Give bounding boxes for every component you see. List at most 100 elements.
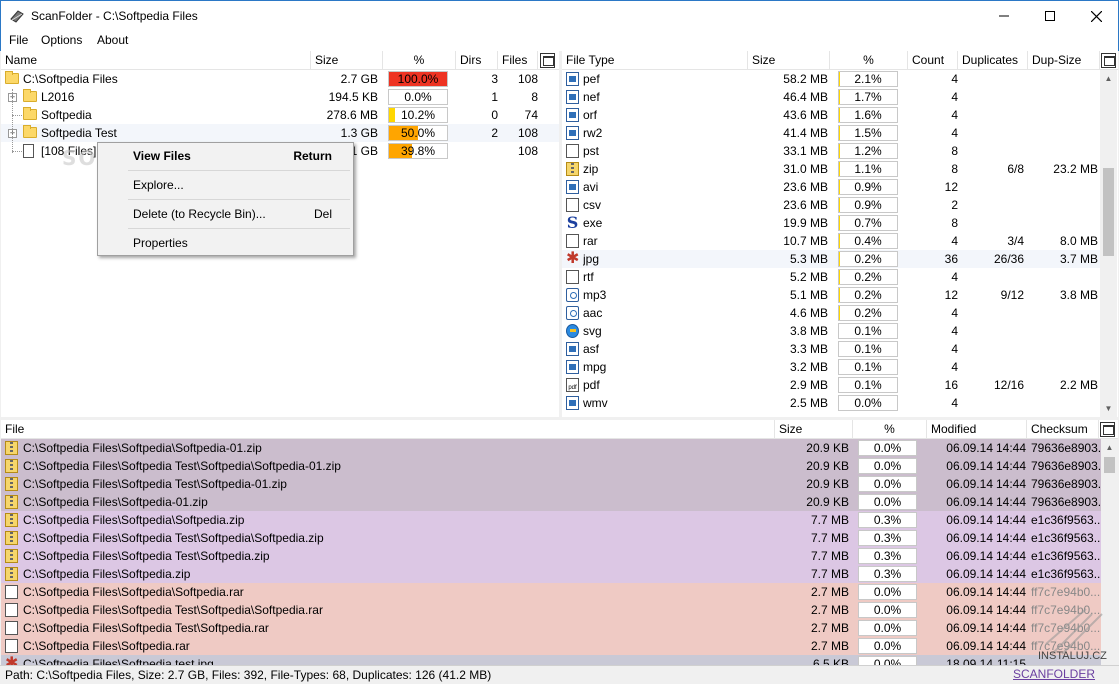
type-percent-bar-text: 1.6%: [854, 108, 882, 122]
file-type-name: pst: [583, 144, 600, 158]
column-chooser-button[interactable]: [540, 53, 555, 68]
maximize-button[interactable]: [1027, 1, 1073, 31]
header-file[interactable]: File: [1, 420, 775, 439]
file-percent-text: 0.0%: [873, 603, 902, 617]
scanfolder-link[interactable]: SCANFOLDER: [1013, 667, 1095, 681]
file-type-row[interactable]: pdf pdf 2.9 MB 0.1% 16 12/16 2.2 MB: [562, 376, 1100, 394]
file-type-row[interactable]: nef 46.4 MB 1.7% 4: [562, 88, 1100, 106]
file-scrollbar-thumb[interactable]: [1104, 457, 1115, 473]
file-type-row[interactable]: zip 31.0 MB 1.1% 8 6/8 23.2 MB: [562, 160, 1100, 178]
scroll-up-icon[interactable]: ▲: [1100, 70, 1117, 87]
file-column-chooser-button[interactable]: [1100, 422, 1115, 437]
type-percent-bar-fill: [839, 108, 840, 122]
file-type-name: pdf: [583, 378, 600, 392]
file-type-row[interactable]: mp3 5.1 MB 0.2% 12 9/12 3.8 MB: [562, 286, 1100, 304]
menu-bar: File Options About: [0, 31, 1119, 51]
header-dirs[interactable]: Dirs: [456, 51, 498, 70]
minimize-button[interactable]: [981, 1, 1027, 31]
folder-row[interactable]: + Softpedia Test 1.3 GB 50.0% 2 108: [1, 124, 559, 142]
folder-row[interactable]: Softpedia 278.6 MB 10.2% 0 74: [1, 106, 559, 124]
status-text: Path: C:\Softpedia Files, Size: 2.7 GB, …: [5, 668, 492, 682]
header-type-percent[interactable]: %: [830, 51, 908, 70]
type-percent-bar-text: 0.2%: [854, 288, 882, 302]
type-pane-scrollbar[interactable]: ▲ ▼: [1100, 70, 1117, 417]
header-type-size[interactable]: Size: [748, 51, 830, 70]
file-type-count: 4: [951, 126, 958, 140]
header-percent[interactable]: %: [383, 51, 456, 70]
duplicate-file-row[interactable]: C:\Softpedia Files\Softpedia\Softpedia.z…: [1, 511, 1101, 529]
file-type-size: 19.9 MB: [783, 216, 828, 230]
header-dup-size[interactable]: Dup-Size: [1028, 51, 1100, 70]
folder-row[interactable]: C:\Softpedia Files 2.7 GB 100.0% 3 108: [1, 70, 559, 88]
doc-file-icon: [5, 639, 18, 653]
file-scroll-up-icon[interactable]: ▲: [1101, 439, 1118, 456]
file-checksum: e1c36f9563...: [1031, 513, 1101, 527]
header-name[interactable]: Name: [1, 51, 311, 70]
file-type-row[interactable]: mpg 3.2 MB 0.1% 4: [562, 358, 1100, 376]
menu-file[interactable]: File: [9, 33, 28, 47]
file-type-name: jpg: [583, 252, 600, 266]
folder-percent-bar-text: 100.0%: [397, 72, 439, 86]
file-type-row[interactable]: rar 10.7 MB 0.4% 4 3/4 8.0 MB: [562, 232, 1100, 250]
file-type-row[interactable]: rw2 41.4 MB 1.5% 4: [562, 124, 1100, 142]
header-count[interactable]: Count: [908, 51, 958, 70]
file-percent-box: 0.3%: [858, 548, 917, 564]
file-type-pane: File Type Size % Count Duplicates Dup-Si…: [562, 51, 1118, 417]
asf-file-icon: [566, 342, 579, 356]
file-type-row[interactable]: svg 3.8 MB 0.1% 4: [562, 322, 1100, 340]
close-button[interactable]: [1073, 1, 1119, 31]
file-type-dup-size: 2.2 MB: [1059, 378, 1098, 392]
file-type-row[interactable]: csv 23.6 MB 0.9% 2: [562, 196, 1100, 214]
type-column-chooser-button[interactable]: [1101, 53, 1116, 68]
header-file-size[interactable]: Size: [775, 420, 853, 439]
file-type-row[interactable]: rtf 5.2 MB 0.2% 4: [562, 268, 1100, 286]
duplicate-file-row[interactable]: C:\Softpedia Files\Softpedia Test\Softpe…: [1, 601, 1101, 619]
file-type-row[interactable]: Sexe 19.9 MB 0.7% 8: [562, 214, 1100, 232]
file-type-row[interactable]: orf 43.6 MB 1.6% 4: [562, 106, 1100, 124]
ctx-view-files-shortcut: Return: [293, 149, 332, 163]
duplicate-file-row[interactable]: C:\Softpedia Files\Softpedia\Softpedia.r…: [1, 583, 1101, 601]
type-percent-bar-text: 0.2%: [854, 270, 882, 284]
duplicate-file-row[interactable]: C:\Softpedia Files\Softpedia Test\Softpe…: [1, 529, 1101, 547]
type-percent-bar-fill: [839, 162, 840, 176]
header-duplicates[interactable]: Duplicates: [958, 51, 1028, 70]
file-type-row[interactable]: asf 3.3 MB 0.1% 4: [562, 340, 1100, 358]
file-type-row[interactable]: aac 4.6 MB 0.2% 4: [562, 304, 1100, 322]
duplicate-file-row[interactable]: C:\Softpedia Files\Softpedia\Softpedia-0…: [1, 439, 1101, 457]
folder-row[interactable]: + L2016 194.5 KB 0.0% 1 8: [1, 88, 559, 106]
duplicate-file-row[interactable]: C:\Softpedia Files\Softpedia Test\Softpe…: [1, 547, 1101, 565]
scroll-down-icon[interactable]: ▼: [1100, 400, 1117, 417]
file-type-row[interactable]: wmv 2.5 MB 0.0% 4: [562, 394, 1100, 412]
header-files[interactable]: Files: [498, 51, 538, 70]
ctx-explore[interactable]: Explore...: [99, 173, 352, 197]
file-type-row[interactable]: pef 58.2 MB 2.1% 4: [562, 70, 1100, 88]
duplicate-file-row[interactable]: C:\Softpedia Files\Softpedia Test\Softpe…: [1, 457, 1101, 475]
header-file-type[interactable]: File Type: [562, 51, 748, 70]
ctx-properties[interactable]: Properties: [99, 231, 352, 255]
duplicate-file-row[interactable]: C:\Softpedia Files\Softpedia Test\Softpe…: [1, 619, 1101, 637]
duplicate-file-row[interactable]: C:\Softpedia Files\Softpedia-01.zip 20.9 …: [1, 493, 1101, 511]
file-modified-time: 14:44: [995, 513, 1026, 527]
menu-about[interactable]: About: [97, 33, 128, 47]
header-checksum[interactable]: Checksum: [1027, 420, 1099, 439]
file-type-size: 33.1 MB: [783, 144, 828, 158]
file-percent-box: 0.0%: [858, 440, 917, 456]
file-type-row[interactable]: avi 23.6 MB 0.9% 12: [562, 178, 1100, 196]
header-file-percent[interactable]: %: [853, 420, 927, 439]
menu-options[interactable]: Options: [41, 33, 82, 47]
folder-percent-bar: 39.8%: [388, 143, 448, 159]
file-type-dup-size: 3.8 MB: [1059, 288, 1098, 302]
ctx-view-files[interactable]: View Files Return: [99, 144, 352, 168]
type-percent-bar-fill: [839, 198, 840, 212]
header-size[interactable]: Size: [311, 51, 383, 70]
ctx-delete[interactable]: Delete (to Recycle Bin)... Del: [99, 202, 352, 226]
file-type-row[interactable]: ✱ jpg 5.3 MB 0.2% 36 26/36 3.7 MB: [562, 250, 1100, 268]
duplicate-file-row[interactable]: ✱ C:\Softpedia Files\Softpedia test.jpg 6.…: [1, 655, 1101, 665]
file-type-row[interactable]: pst 33.1 MB 1.2% 8: [562, 142, 1100, 160]
scrollbar-thumb[interactable]: [1103, 168, 1114, 256]
header-modified[interactable]: Modified: [927, 420, 1027, 439]
duplicate-file-row[interactable]: C:\Softpedia Files\Softpedia.zip 7.7 MB 0.…: [1, 565, 1101, 583]
file-type-name: zip: [583, 162, 599, 176]
duplicate-file-row[interactable]: C:\Softpedia Files\Softpedia.rar 2.7 MB 0.…: [1, 637, 1101, 655]
duplicate-file-row[interactable]: C:\Softpedia Files\Softpedia Test\Softpe…: [1, 475, 1101, 493]
